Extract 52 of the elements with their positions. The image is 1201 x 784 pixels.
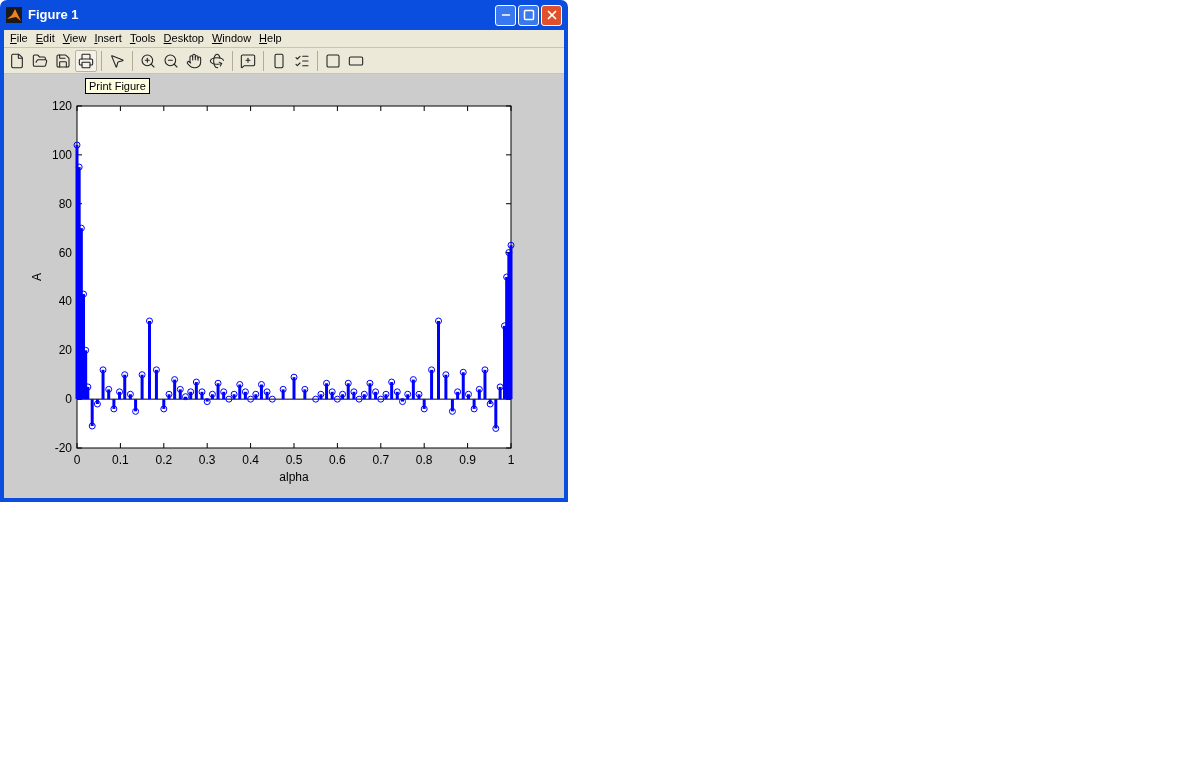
x-tick-label: 0.7 [372,453,390,467]
x-tick-label: 0.9 [459,453,476,467]
y-tick-label: 40 [58,294,72,309]
y-tick-label: 80 [58,196,72,211]
window-title: Figure 1 [28,6,79,25]
data-cursor-icon [240,52,256,69]
x-tick-label: 0.6 [329,453,346,467]
square-icon [325,52,341,69]
x-tick-label: 0 [73,453,81,467]
folder-icon [32,52,48,69]
maximize-button[interactable] [518,4,539,26]
x-tick-label: 0.2 [155,453,173,467]
tooltip: Print Figure [85,78,150,94]
printer-icon [78,52,94,69]
pointer-icon [109,52,125,69]
minimize-button[interactable] [495,4,516,26]
x-tick-label: 1 [507,453,515,467]
x-tick-label: 0.8 [415,453,433,467]
zoom-in-icon [140,52,156,69]
menu-item[interactable]: Desktop [159,30,208,47]
x-tick-label: 0.5 [285,453,303,467]
y-tick-label: 20 [58,343,72,358]
x-tick-label: 0.4 [242,453,259,467]
menu-item[interactable]: Insert [90,30,126,47]
menu-item[interactable]: Tools [125,30,160,47]
y-tick-label: 0 [65,392,72,407]
y-tick-label: 100 [51,147,72,162]
app-logo-icon [6,7,22,23]
stem-marker [290,373,298,400]
menu-item[interactable]: Edit [31,30,59,47]
y-tick-label: 120 [51,99,72,113]
hand-icon [186,52,202,69]
y-tick-label: 60 [58,245,72,260]
menu-item[interactable]: File [6,30,32,47]
x-axis-label: alpha [279,470,309,484]
menu-item[interactable]: View [58,30,91,47]
y-axis-label: A [30,273,44,281]
stem-marker [279,385,287,400]
menu-item[interactable]: Window [207,30,256,47]
colorbar-icon [271,52,287,69]
save-icon [55,52,71,69]
maximize-icon [522,9,535,21]
close-button[interactable] [541,4,562,26]
rotate-icon [209,52,225,69]
x-tick-label: 0.1 [112,453,129,467]
new-file-icon [9,52,25,69]
stem-marker [301,385,309,400]
menu-item[interactable]: Help [255,30,286,47]
toolbar-button[interactable] [75,49,97,72]
x-tick-label: 0.3 [198,453,216,467]
y-tick-label: -20 [54,441,72,455]
zoom-out-icon [163,52,179,69]
